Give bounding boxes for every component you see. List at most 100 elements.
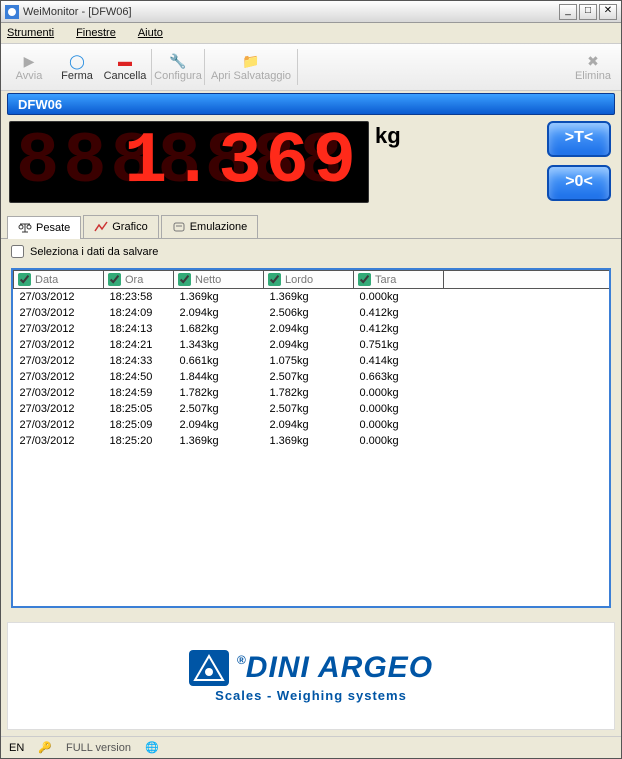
table-row-empty [14,593,610,609]
folder-icon: 📁 [242,52,260,70]
cell-tara: 0.000kg [354,417,444,433]
table-row-empty [14,449,610,465]
table-row[interactable]: 27/03/201218:24:330.661kg1.075kg0.414kg [14,353,610,369]
cell-netto: 1.369kg [174,433,264,449]
menu-aiuto[interactable]: Aiuto [138,27,163,39]
cancella-button[interactable]: ▬ Cancella [101,45,149,89]
options-row: Seleziona i dati da salvare [1,239,621,264]
status-lang: EN [9,742,24,754]
zero-button[interactable]: >0< [547,165,611,201]
col-spacer [444,271,610,289]
seleziona-checkbox[interactable] [11,245,24,258]
table-row[interactable]: 27/03/201218:24:211.343kg2.094kg0.751kg [14,337,610,353]
cell-lordo: 1.075kg [264,353,354,369]
col-netto-check[interactable] [178,273,191,286]
minimize-button[interactable]: _ [559,4,577,20]
table-row[interactable]: 27/03/201218:24:591.782kg1.782kg0.000kg [14,385,610,401]
display-area: 8888888 1.369 kg >T< >0< [1,115,621,209]
col-tara[interactable]: Tara [354,271,444,289]
cell-data: 27/03/2012 [14,401,104,417]
table-row-empty [14,497,610,513]
cell-ora: 18:25:09 [104,417,174,433]
configura-button[interactable]: 🔧 Configura [154,45,202,89]
emulation-icon [172,220,186,234]
cell-lordo: 1.782kg [264,385,354,401]
table-row[interactable]: 27/03/201218:25:052.507kg2.507kg0.000kg [14,401,610,417]
cell-lordo: 1.369kg [264,433,354,449]
cell-netto: 1.682kg [174,321,264,337]
table-row[interactable]: 27/03/201218:23:581.369kg1.369kg0.000kg [14,289,610,305]
status-version: FULL version [66,742,131,754]
col-netto[interactable]: Netto [174,271,264,289]
table-row[interactable]: 27/03/201218:24:092.094kg2.506kg0.412kg [14,305,610,321]
app-window: WeiMonitor - [DFW06] _ □ ✕ Strumenti Fin… [0,0,622,759]
cell-tara: 0.414kg [354,353,444,369]
cell-netto: 0.661kg [174,353,264,369]
col-lordo[interactable]: Lordo [264,271,354,289]
cell-tara: 0.000kg [354,289,444,305]
avvia-button[interactable]: ▶ Avvia [5,45,53,89]
separator [204,49,205,85]
status-bar: EN 🔑 FULL version 🌐 [1,736,621,758]
footer-logo-area: ® DINI ARGEO Scales - Weighing systems [7,622,615,730]
cell-lordo: 2.506kg [264,305,354,321]
close-button[interactable]: ✕ [599,4,617,20]
data-table-container: Data Ora Netto Lordo Tara 27/03/201218:2… [11,268,611,608]
tab-grafico[interactable]: Grafico [83,215,158,238]
cell-tara: 0.751kg [354,337,444,353]
cell-data: 27/03/2012 [14,369,104,385]
cell-ora: 18:24:33 [104,353,174,369]
cell-ora: 18:23:58 [104,289,174,305]
wrench-icon: 🔧 [169,52,187,70]
table-row-empty [14,481,610,497]
col-data-check[interactable] [18,273,31,286]
logo-mark-icon [189,650,229,686]
weight-value: 1.369 [124,121,360,203]
ferma-button[interactable]: ◯ Ferma [53,45,101,89]
cell-ora: 18:24:09 [104,305,174,321]
col-ora[interactable]: Ora [104,271,174,289]
play-icon: ▶ [20,52,38,70]
tabstrip: Pesate Grafico Emulazione [1,213,621,239]
table-row-empty [14,465,610,481]
cell-tara: 0.663kg [354,369,444,385]
table-row-empty [14,529,610,545]
col-lordo-check[interactable] [268,273,281,286]
key-icon: 🔑 [38,741,52,754]
logo-tagline: Scales - Weighing systems [215,688,407,703]
cell-lordo: 2.094kg [264,321,354,337]
table-row[interactable]: 27/03/201218:25:201.369kg1.369kg0.000kg [14,433,610,449]
cell-data: 27/03/2012 [14,321,104,337]
table-row[interactable]: 27/03/201218:24:131.682kg2.094kg0.412kg [14,321,610,337]
cell-ora: 18:24:21 [104,337,174,353]
cell-data: 27/03/2012 [14,305,104,321]
x-icon: ✖ [584,52,602,70]
cell-tara: 0.000kg [354,385,444,401]
tab-emulazione[interactable]: Emulazione [161,215,258,238]
globe-icon[interactable]: 🌐 [145,741,159,754]
titlebar: WeiMonitor - [DFW06] _ □ ✕ [1,1,621,23]
table-row[interactable]: 27/03/201218:24:501.844kg2.507kg0.663kg [14,369,610,385]
cell-lordo: 2.507kg [264,369,354,385]
cell-netto: 2.507kg [174,401,264,417]
tare-button[interactable]: >T< [547,121,611,157]
elimina-button[interactable]: ✖ Elimina [569,45,617,89]
col-ora-check[interactable] [108,273,121,286]
chart-icon [94,220,108,234]
cell-netto: 1.782kg [174,385,264,401]
table-row[interactable]: 27/03/201218:25:092.094kg2.094kg0.000kg [14,417,610,433]
seleziona-label: Seleziona i dati da salvare [30,246,158,258]
col-data[interactable]: Data [14,271,104,289]
tab-pesate[interactable]: Pesate [7,216,81,239]
menu-strumenti[interactable]: Strumenti [7,27,54,39]
lcd-readout: 8888888 1.369 [9,121,369,203]
apri-salvataggio-button[interactable]: 📁 Apri Salvataggio [207,45,295,89]
cell-data: 27/03/2012 [14,433,104,449]
cell-netto: 2.094kg [174,305,264,321]
cell-netto: 1.844kg [174,369,264,385]
cell-data: 27/03/2012 [14,385,104,401]
maximize-button[interactable]: □ [579,4,597,20]
col-tara-check[interactable] [358,273,371,286]
menu-finestre[interactable]: Finestre [76,27,116,39]
cell-lordo: 2.507kg [264,401,354,417]
